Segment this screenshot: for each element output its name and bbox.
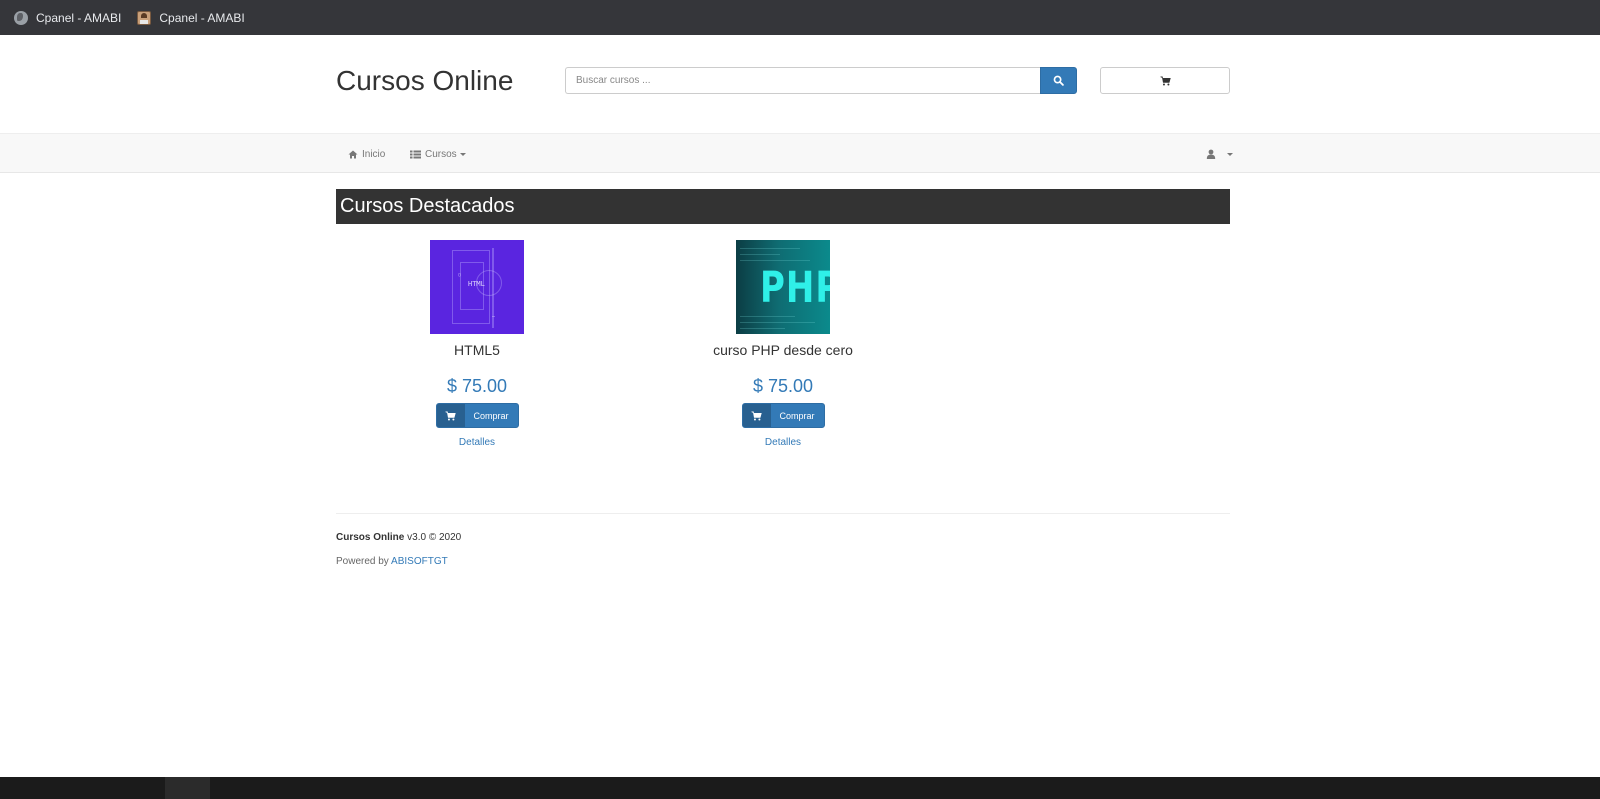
- thumb-code-line: [740, 316, 795, 317]
- cart-icon-label: [436, 404, 465, 427]
- user-icon: [1206, 149, 1216, 159]
- site-header: Cursos Online: [0, 35, 1600, 133]
- cart-button[interactable]: [1100, 67, 1230, 94]
- thumb-text: PHP: [760, 263, 830, 313]
- search-form: [565, 67, 1077, 94]
- user-menu-dropdown[interactable]: [1206, 134, 1233, 174]
- taskbar-item[interactable]: [165, 777, 210, 799]
- course-card: HTML ▯ — HTML5 $ 75.00 Comprar Detalles: [377, 240, 577, 448]
- nav-courses-dropdown[interactable]: Cursos: [410, 134, 466, 174]
- site-brand[interactable]: Cursos Online: [336, 65, 513, 97]
- thumb-code-line: [740, 328, 785, 329]
- search-button[interactable]: [1040, 67, 1077, 94]
- details-link[interactable]: Detalles: [377, 437, 577, 448]
- details-link[interactable]: Detalles: [683, 437, 883, 448]
- thumb-code-line: [740, 322, 815, 323]
- chevron-down-icon: [1227, 152, 1233, 156]
- course-title[interactable]: HTML5: [377, 342, 577, 358]
- course-price: $ 75.00: [752, 376, 814, 396]
- thumb-code-line: [740, 260, 810, 261]
- globe-icon: [14, 10, 28, 25]
- thumb-code-line: [740, 254, 780, 255]
- buy-button[interactable]: Comprar: [741, 403, 825, 428]
- footer-powered-link[interactable]: ABISOFTGT: [391, 556, 448, 567]
- bookmark-cpanel-1[interactable]: Cpanel - AMABI: [14, 10, 122, 25]
- page: Cpanel - AMABI Cpanel - AMABI Cursos Onl…: [0, 0, 1600, 799]
- bookmark-cpanel-2[interactable]: Cpanel - AMABI: [137, 10, 245, 25]
- cart-icon: [1160, 76, 1171, 85]
- course-card: PHP curso PHP desde cero $ 75.00 Comprar…: [683, 240, 883, 448]
- bookmark-label: Cpanel - AMABI: [36, 10, 122, 25]
- thumb-code-line: [740, 248, 800, 249]
- home-icon: [348, 150, 358, 158]
- footer-powered: Powered by ABISOFTGT: [336, 556, 448, 567]
- footer-version: v3.0 © 2020: [404, 532, 462, 543]
- buy-button-label: Comprar: [779, 410, 815, 421]
- footer-divider: [336, 513, 1230, 514]
- nav-home-label: Inicio: [362, 148, 386, 160]
- buy-button-label: Comprar: [473, 410, 509, 421]
- list-icon: [410, 150, 421, 158]
- buy-button[interactable]: Comprar: [435, 403, 519, 428]
- cart-icon: [445, 411, 456, 420]
- bookmarks-bar: Cpanel - AMABI Cpanel - AMABI: [0, 0, 1600, 35]
- cart-icon: [751, 411, 762, 420]
- nav-courses-label: Cursos: [425, 148, 457, 160]
- search-input[interactable]: [565, 67, 1040, 94]
- thumb-mark: —: [492, 314, 496, 320]
- search-icon: [1053, 75, 1064, 86]
- avatar-favicon-icon: [137, 10, 152, 25]
- footer-powered-prefix: Powered by: [336, 556, 392, 567]
- chevron-down-icon: [459, 152, 466, 156]
- course-title[interactable]: curso PHP desde cero: [683, 342, 883, 358]
- cart-icon-label: [742, 404, 771, 427]
- thumb-mark: ▯: [458, 272, 462, 278]
- main-navbar: Inicio Cursos: [0, 133, 1600, 173]
- section-title: Cursos Destacados: [336, 189, 1230, 224]
- nav-home[interactable]: Inicio: [348, 134, 385, 174]
- course-price: $ 75.00: [446, 376, 508, 396]
- course-thumbnail[interactable]: PHP: [736, 240, 830, 334]
- footer-copyright: Cursos Online v3.0 © 2020: [336, 532, 461, 543]
- taskbar: [0, 777, 1600, 799]
- thumb-text: HTML: [468, 280, 485, 288]
- bookmark-label: Cpanel - AMABI: [159, 10, 245, 25]
- footer-brand: Cursos Online: [336, 532, 405, 543]
- course-thumbnail[interactable]: HTML ▯ —: [430, 240, 524, 334]
